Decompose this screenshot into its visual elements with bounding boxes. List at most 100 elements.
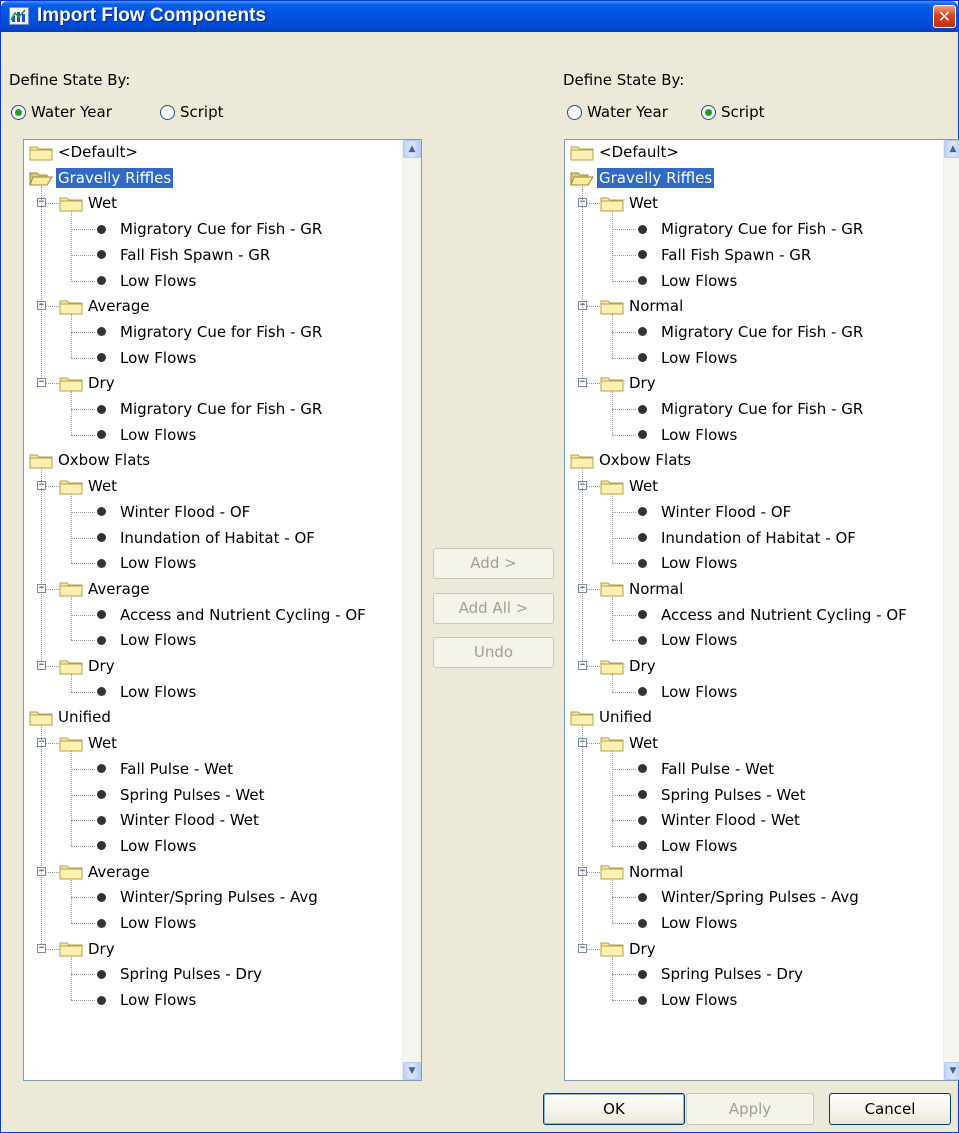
tree-connector <box>612 357 636 359</box>
tree-leaf-item[interactable]: Low Flows <box>97 681 198 703</box>
tree-leaf-item[interactable]: Migratory Cue for Fish - GR <box>638 398 865 420</box>
tree-leaf-item[interactable]: Low Flows <box>638 989 739 1011</box>
right-scrollbar[interactable]: ▲ ▼ <box>943 140 959 1080</box>
tree-leaf-item[interactable]: Migratory Cue for Fish - GR <box>638 218 865 240</box>
tree-leaf-item[interactable]: Low Flows <box>638 912 739 934</box>
add-all-button[interactable]: Add All > <box>433 593 554 624</box>
collapse-icon[interactable]: − <box>578 378 587 388</box>
ok-button[interactable]: OK <box>543 1093 685 1125</box>
tree-item-label: Spring Pulses - Dry <box>120 965 263 984</box>
tree-leaf-item[interactable]: Fall Fish Spawn - GR <box>638 244 813 266</box>
tree-leaf-item[interactable]: Spring Pulses - Wet <box>638 784 808 806</box>
tree-leaf-item[interactable]: Winter/Spring Pulses - Avg <box>638 886 861 908</box>
tree-folder-item[interactable]: Gravelly Riffles <box>29 167 174 189</box>
tree-folder-item[interactable]: Wet <box>600 475 660 497</box>
tree-leaf-item[interactable]: Low Flows <box>638 681 739 703</box>
bullet-icon <box>97 892 106 902</box>
tree-folder-item[interactable]: Wet <box>600 732 660 754</box>
tree-leaf-item[interactable]: Winter Flood - OF <box>638 501 793 523</box>
tree-folder-item[interactable]: Dry <box>600 938 658 960</box>
tree-leaf-item[interactable]: Access and Nutrient Cycling - OF <box>97 604 368 626</box>
tree-leaf-item[interactable]: Low Flows <box>638 835 739 857</box>
folder-icon <box>600 196 624 212</box>
tree-leaf-item[interactable]: Low Flows <box>638 629 739 651</box>
tree-leaf-item[interactable]: Low Flows <box>97 552 198 574</box>
scroll-down-icon[interactable]: ▼ <box>944 1062 959 1080</box>
tree-leaf-item[interactable]: Migratory Cue for Fish - GR <box>97 398 324 420</box>
add-button[interactable]: Add > <box>433 548 554 579</box>
tree-folder-item[interactable]: Dry <box>59 938 117 960</box>
tree-folder-item[interactable]: Average <box>59 861 152 883</box>
apply-button[interactable]: Apply <box>686 1093 814 1125</box>
title-bar[interactable]: Import Flow Components ✕ <box>1 1 958 32</box>
tree-leaf-item[interactable]: Low Flows <box>638 552 739 574</box>
right-radio-script[interactable]: Script <box>701 103 765 121</box>
tree-folder-item[interactable]: Wet <box>59 192 119 214</box>
tree-leaf-item[interactable]: Migratory Cue for Fish - GR <box>97 321 324 343</box>
collapse-icon[interactable]: − <box>37 661 46 670</box>
tree-folder-item[interactable]: Dry <box>59 372 117 394</box>
tree-leaf-item[interactable]: Spring Pulses - Wet <box>97 784 267 806</box>
tree-item-label: Average <box>88 297 150 316</box>
tree-leaf-item[interactable]: Low Flows <box>638 424 739 446</box>
tree-folder-item[interactable]: Dry <box>600 372 658 394</box>
tree-leaf-item[interactable]: Winter/Spring Pulses - Avg <box>97 886 320 908</box>
cancel-button[interactable]: Cancel <box>829 1093 951 1125</box>
tree-folder-item[interactable]: Average <box>59 578 152 600</box>
tree-connector <box>41 468 42 661</box>
tree-leaf-item[interactable]: Inundation of Habitat - OF <box>638 527 858 549</box>
tree-leaf-item[interactable]: Low Flows <box>97 989 198 1011</box>
left-radio-script[interactable]: Script <box>160 103 224 121</box>
tree-leaf-item[interactable]: Inundation of Habitat - OF <box>97 527 317 549</box>
collapse-icon[interactable]: − <box>578 661 587 670</box>
tree-folder-item[interactable]: Oxbow Flats <box>570 449 693 471</box>
tree-connector <box>71 923 95 924</box>
scroll-down-icon[interactable]: ▼ <box>403 1062 421 1080</box>
left-tree-content: <Default> Gravelly Riffles Wet − Migratory C… <box>24 140 403 1080</box>
tree-leaf-item[interactable]: Low Flows <box>97 270 198 292</box>
tree-leaf-item[interactable]: Winter Flood - Wet <box>97 809 261 831</box>
scroll-up-icon[interactable]: ▲ <box>944 140 959 158</box>
tree-item-label: <Default> <box>58 143 138 161</box>
tree-folder-item[interactable]: Wet <box>600 192 660 214</box>
scroll-up-icon[interactable]: ▲ <box>403 140 421 158</box>
left-radio-water-year[interactable]: Water Year <box>11 103 112 121</box>
collapse-icon[interactable]: − <box>37 378 46 388</box>
tree-leaf-item[interactable]: Fall Pulse - Wet <box>638 758 776 780</box>
tree-connector <box>46 588 59 590</box>
tree-leaf-item[interactable]: Fall Fish Spawn - GR <box>97 244 272 266</box>
left-tree-view[interactable]: <Default> Gravelly Riffles Wet − Migratory C… <box>23 139 422 1081</box>
tree-folder-item[interactable]: Dry <box>59 655 117 677</box>
tree-leaf-item[interactable]: Access and Nutrient Cycling - OF <box>638 604 909 626</box>
left-scrollbar[interactable]: ▲ ▼ <box>402 140 421 1080</box>
tree-leaf-item[interactable]: Spring Pulses - Dry <box>638 963 805 985</box>
tree-leaf-item[interactable]: Low Flows <box>97 629 198 651</box>
tree-leaf-item[interactable]: Migratory Cue for Fish - GR <box>638 321 865 343</box>
tree-folder-item[interactable]: Average <box>59 295 152 317</box>
tree-leaf-item[interactable]: Low Flows <box>97 835 198 857</box>
tree-leaf-item[interactable]: Spring Pulses - Dry <box>97 963 264 985</box>
tree-folder-item[interactable]: <Default> <box>570 141 681 163</box>
right-radio-water-year[interactable]: Water Year <box>567 103 668 121</box>
tree-leaf-item[interactable]: Low Flows <box>638 347 739 369</box>
tree-leaf-item[interactable]: Low Flows <box>638 270 739 292</box>
tree-leaf-item[interactable]: Low Flows <box>97 424 198 446</box>
tree-leaf-item[interactable]: Migratory Cue for Fish - GR <box>97 218 324 240</box>
tree-leaf-item[interactable]: Fall Pulse - Wet <box>97 758 235 780</box>
tree-folder-item[interactable]: Wet <box>59 732 119 754</box>
close-icon[interactable]: ✕ <box>933 5 956 28</box>
tree-folder-item[interactable]: Gravelly Riffles <box>570 167 715 189</box>
tree-leaf-item[interactable]: Winter Flood - OF <box>97 501 252 523</box>
tree-leaf-item[interactable]: Winter Flood - Wet <box>638 809 802 831</box>
tree-item-label: Winter/Spring Pulses - Avg <box>120 888 318 907</box>
tree-folder-item[interactable]: Dry <box>600 655 658 677</box>
tree-leaf-item[interactable]: Low Flows <box>97 912 198 934</box>
tree-folder-item[interactable]: Oxbow Flats <box>29 449 152 471</box>
collapse-icon[interactable]: − <box>37 943 46 953</box>
collapse-icon[interactable]: − <box>578 943 587 953</box>
right-tree-view[interactable]: <Default> Gravelly Riffles Wet − Migratory C… <box>564 139 959 1081</box>
undo-button[interactable]: Undo <box>433 637 554 668</box>
tree-folder-item[interactable]: Wet <box>59 475 119 497</box>
tree-folder-item[interactable]: <Default> <box>29 141 140 163</box>
tree-leaf-item[interactable]: Low Flows <box>97 347 198 369</box>
